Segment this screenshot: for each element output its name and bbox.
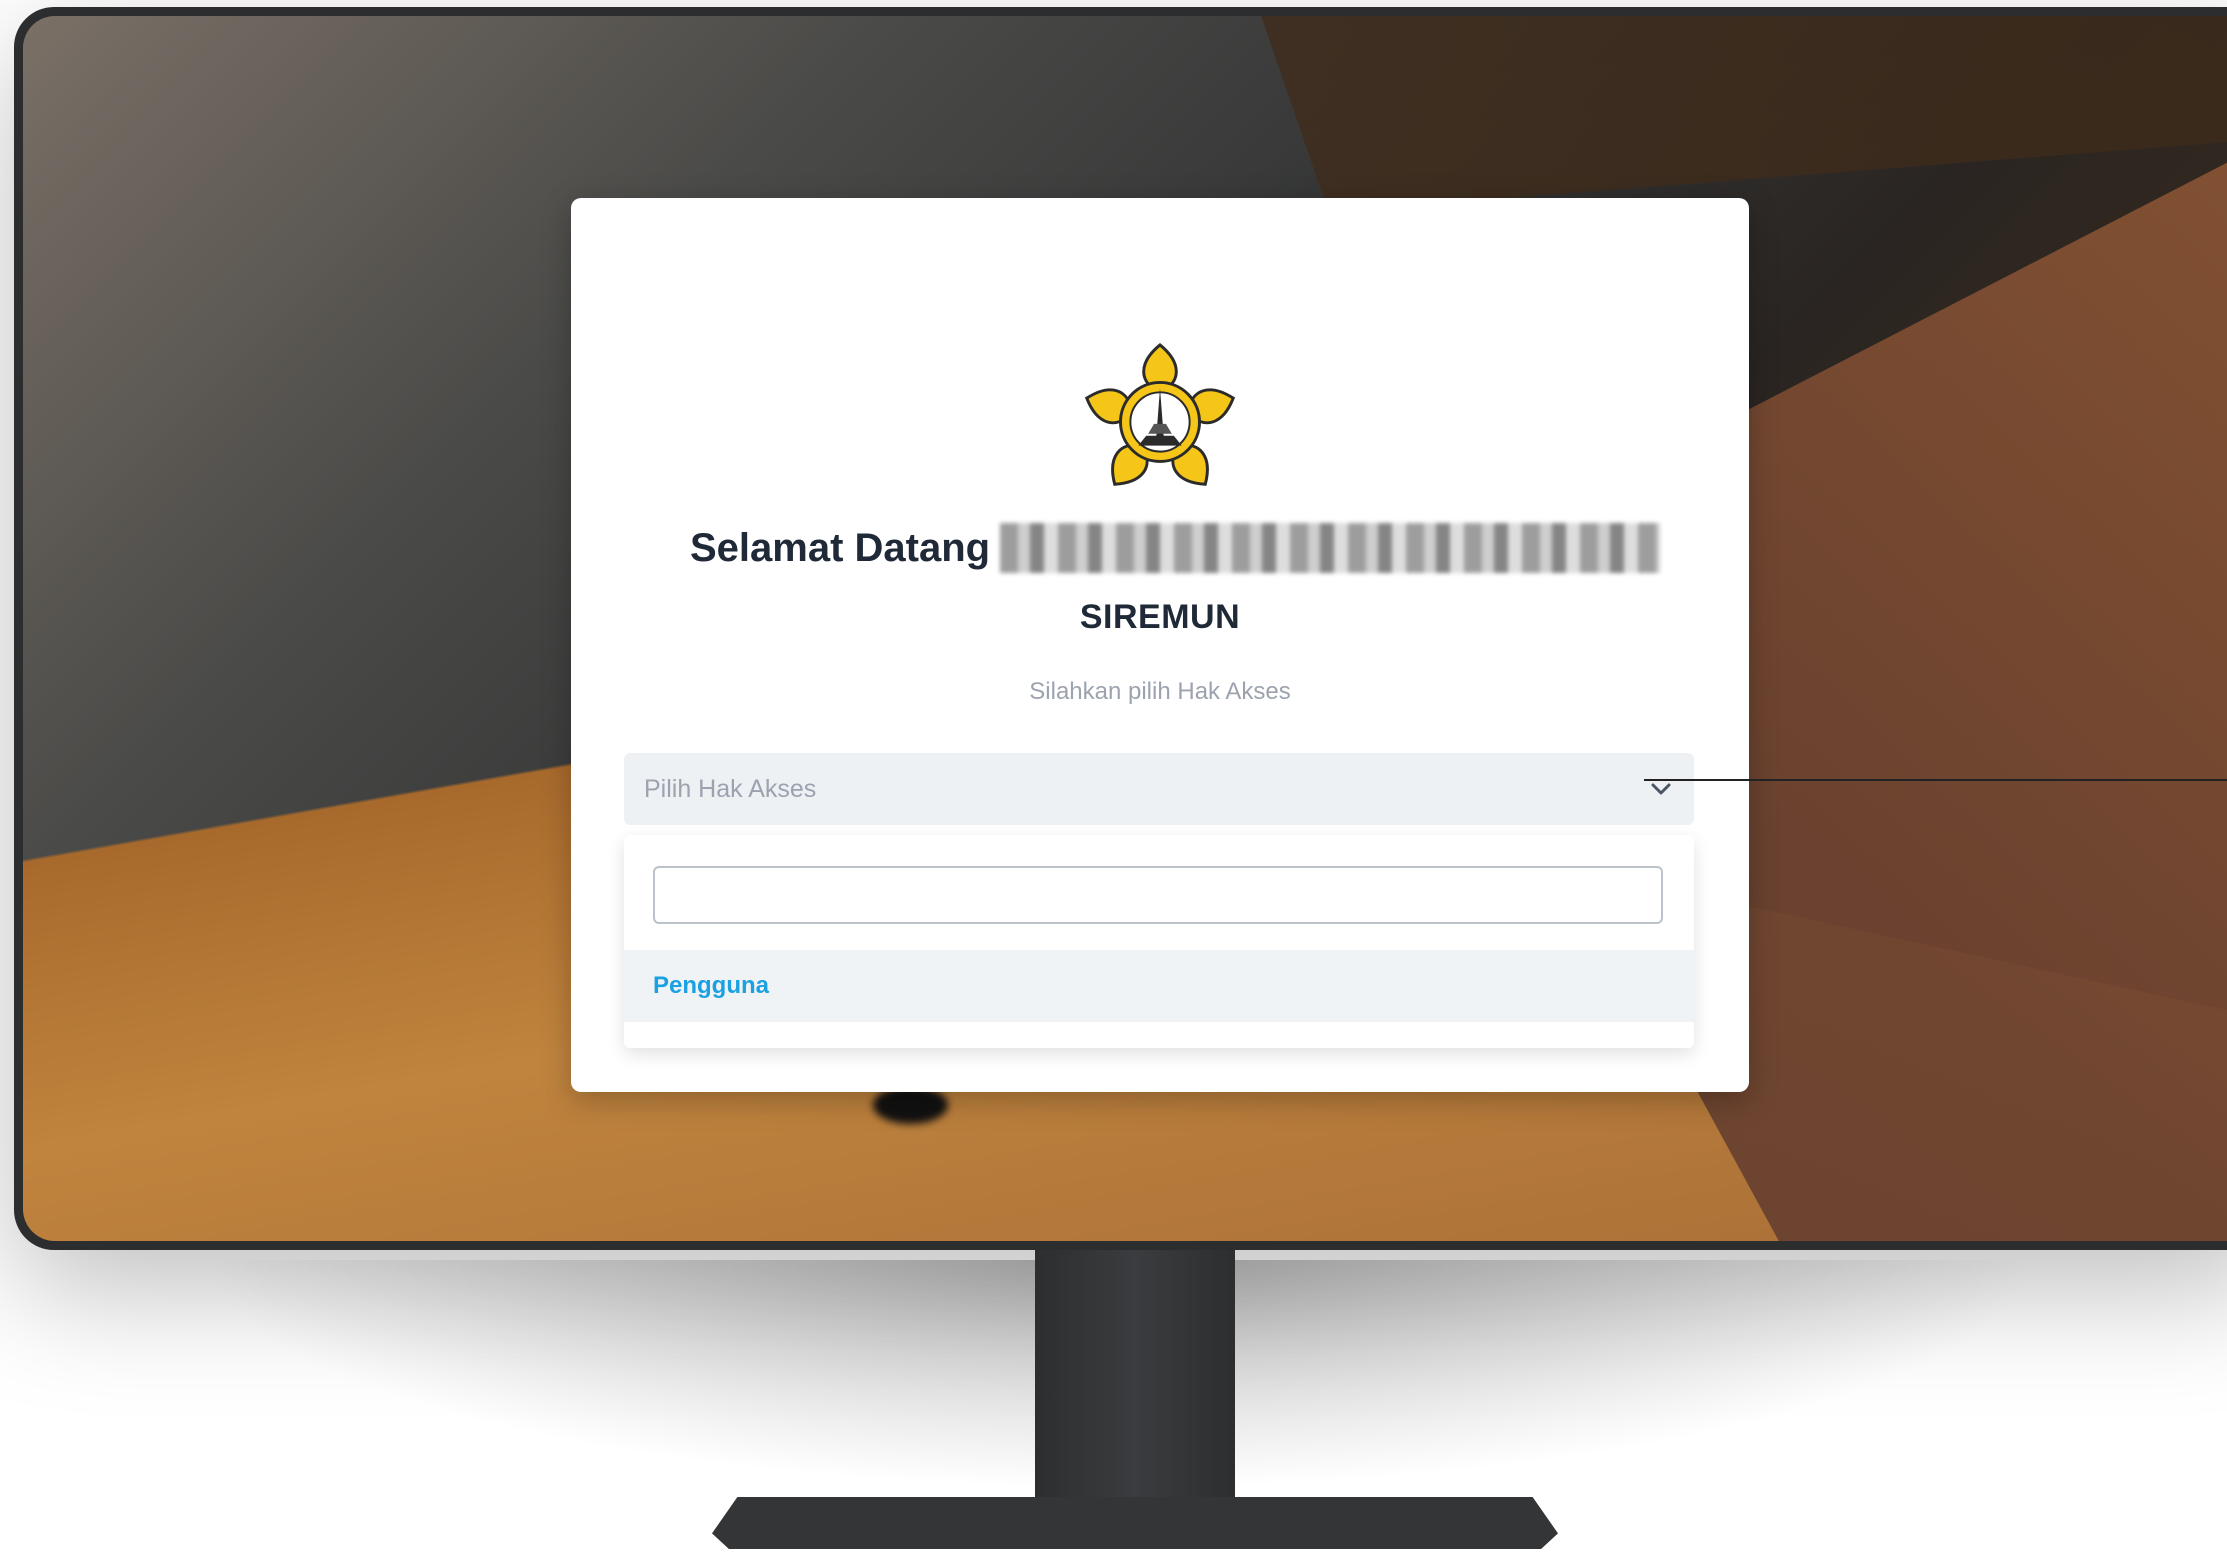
welcome-text: Selamat Datang [690,525,991,570]
monitor-stand-base [712,1497,1558,1549]
select-placeholder: Pilih Hak Akses [644,774,817,803]
university-emblem-logo [1084,343,1236,486]
welcome-heading: Selamat Datang [690,518,1661,578]
access-role-select[interactable]: Pilih Hak Akses [624,753,1694,825]
monitor-frame: Selamat Datang SIREMUN Silahkan pilih Ha… [14,7,2227,1250]
monitor-stand-neck [1035,1250,1235,1505]
desktop-background: Selamat Datang SIREMUN Silahkan pilih Ha… [23,16,2227,1241]
access-role-dropdown: Pengguna [624,835,1694,1048]
app-name: SIREMUN [1079,598,1241,636]
access-selection-card: Selamat Datang SIREMUN Silahkan pilih Ha… [571,198,1749,1092]
access-instruction: Silahkan pilih Hak Akses [1029,678,1291,705]
redacted-name [1000,523,1661,573]
callout-line [1644,779,2227,781]
dropdown-search-input[interactable] [653,866,1663,924]
option-pengguna[interactable]: Pengguna [624,950,1694,1022]
